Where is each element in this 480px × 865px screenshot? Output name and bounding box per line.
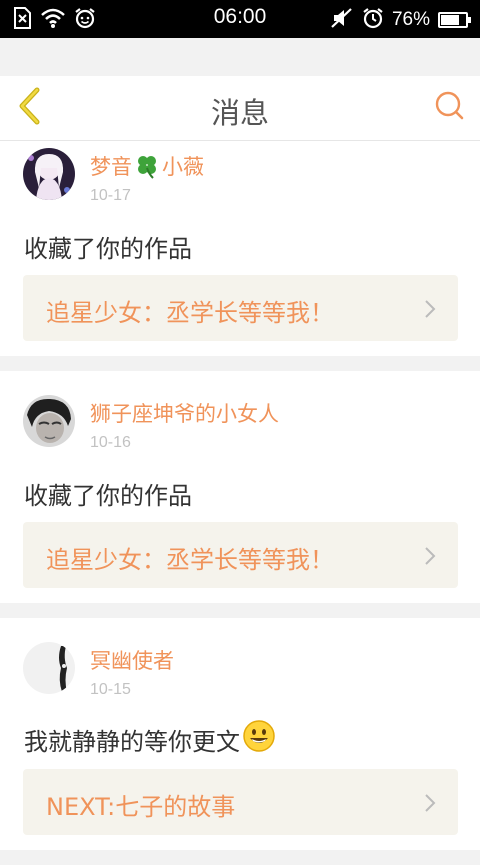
battery-level-fill — [441, 15, 460, 25]
notification-card: 狮子座坤爷的小女人 10-16 收藏了你的作品 追星少女：丞学长等等我！ — [0, 371, 480, 603]
notification-card: 梦音 小薇 10-17 收藏了你的作品 追星少女：丞学长等等我！ — [0, 141, 480, 356]
chevron-right-icon — [424, 299, 436, 323]
notification-message: 收藏了你的作品 — [24, 235, 192, 263]
user-name[interactable]: 狮子座坤爷的小女人 — [90, 398, 279, 428]
work-link[interactable]: 追星少女：丞学长等等我！ — [23, 275, 458, 341]
notification-date: 10-16 — [90, 434, 131, 451]
chevron-right-icon — [424, 546, 436, 570]
work-title: 追星少女：丞学长等等我！ — [46, 299, 334, 327]
smiley-face-icon — [242, 719, 276, 759]
notification-feed: 梦音 小薇 10-17 收藏了你的作品 追星少女：丞学长等等我！ 狮子座坤爷的小… — [0, 141, 480, 865]
work-title: 追星少女：丞学长等等我！ — [46, 546, 334, 574]
chevron-right-icon — [424, 793, 436, 817]
user-name-suffix: 小薇 — [162, 155, 204, 179]
work-title: NEXT:七子的故事 — [46, 793, 236, 821]
avatar[interactable] — [23, 148, 75, 200]
user-name[interactable]: 梦音 小薇 — [90, 151, 204, 184]
avatar[interactable] — [23, 395, 75, 447]
notification-message: 我就静静的等你更文 — [24, 719, 276, 759]
battery-icon — [438, 12, 471, 28]
search-button[interactable] — [428, 86, 472, 130]
page-title: 消息 — [210, 96, 269, 130]
mute-icon — [330, 7, 354, 33]
user-name-prefix: 梦音 — [90, 155, 132, 179]
status-bar: 06:00 76% — [0, 0, 480, 38]
work-link[interactable]: NEXT:七子的故事 — [23, 769, 458, 835]
avatar[interactable] — [23, 642, 75, 694]
app-header: 消息 — [0, 76, 480, 141]
notification-date: 10-17 — [90, 187, 131, 204]
notification-message-text: 我就静静的等你更文 — [24, 727, 240, 756]
search-icon — [434, 90, 466, 126]
notification-card: 冥幽使者 10-15 我就静静的等你更文 NEXT:七子的故事 — [0, 618, 480, 850]
four-leaf-clover-icon — [134, 153, 160, 184]
battery-percent: 76% — [391, 9, 430, 30]
notification-message: 收藏了你的作品 — [24, 482, 192, 510]
work-link[interactable]: 追星少女：丞学长等等我！ — [23, 522, 458, 588]
status-right-icons: 76% — [330, 7, 471, 33]
alarm-icon — [362, 7, 384, 33]
notification-date: 10-15 — [90, 681, 131, 698]
user-name[interactable]: 冥幽使者 — [90, 645, 174, 675]
